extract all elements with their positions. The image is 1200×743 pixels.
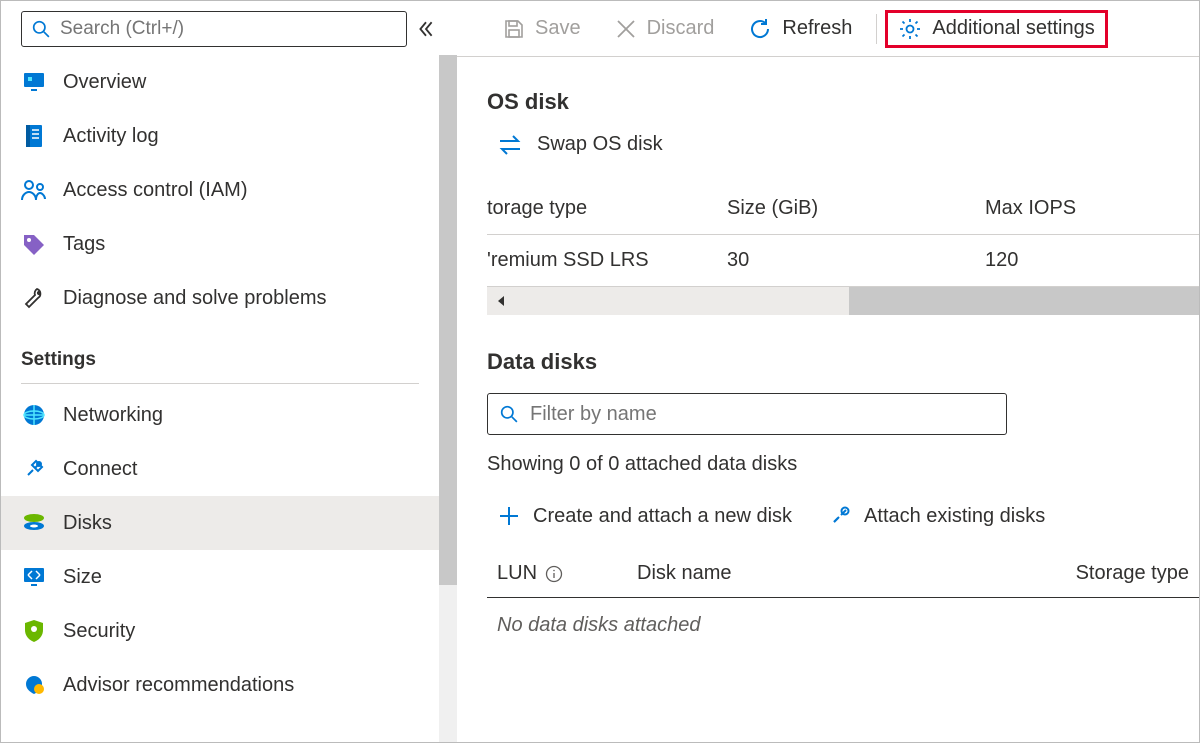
sidebar-item-disks[interactable]: Disks: [1, 496, 439, 550]
swap-os-disk-button[interactable]: Swap OS disk: [487, 133, 1199, 156]
scrollbar-thumb[interactable]: [849, 287, 1199, 315]
swap-icon: [497, 134, 523, 156]
additional-settings-button[interactable]: Additional settings: [885, 10, 1107, 48]
showing-count-text: Showing 0 of 0 attached data disks: [487, 453, 1199, 476]
col-max-iops: Max IOPS: [985, 197, 1199, 220]
os-disk-table: torage type Size (GiB) Max IOPS 'remium …: [487, 182, 1199, 315]
toolbar: Save Discard Refresh Additional settings: [457, 1, 1199, 57]
search-icon: [500, 405, 518, 423]
create-attach-disk-button[interactable]: Create and attach a new disk: [497, 504, 792, 528]
toolbar-label: Refresh: [782, 17, 852, 40]
sidebar-label: Advisor recommendations: [63, 674, 294, 697]
cell-storage: 'remium SSD LRS: [487, 249, 727, 272]
refresh-button[interactable]: Refresh: [732, 11, 868, 47]
col-storage-type: Storage type: [1019, 562, 1189, 585]
horizontal-scrollbar[interactable]: [487, 287, 1199, 315]
divider: [21, 383, 419, 384]
sidebar-item-iam[interactable]: Access control (IAM): [1, 163, 439, 217]
filter-input[interactable]: [528, 402, 994, 427]
close-icon: [615, 18, 637, 40]
log-icon: [21, 123, 47, 149]
disks-icon: [21, 510, 47, 536]
size-icon: [21, 564, 47, 590]
gear-icon: [898, 17, 922, 41]
globe-icon: [21, 402, 47, 428]
cell-iops: 120: [985, 249, 1199, 272]
action-label: Create and attach a new disk: [533, 505, 792, 528]
sidebar-label: Disks: [63, 512, 112, 535]
sidebar-item-networking[interactable]: Networking: [1, 388, 439, 442]
refresh-icon: [748, 17, 772, 41]
info-icon[interactable]: [545, 565, 563, 583]
empty-state-text: No data disks attached: [487, 598, 1199, 653]
col-size: Size (GiB): [727, 197, 985, 220]
os-disk-heading: OS disk: [487, 89, 1199, 115]
toolbar-separator: [876, 14, 877, 44]
plus-icon: [497, 504, 521, 528]
tag-icon: [21, 231, 47, 257]
sidebar-label: Access control (IAM): [63, 179, 247, 202]
attach-existing-disks-button[interactable]: Attach existing disks: [828, 504, 1045, 528]
sidebar-label: Size: [63, 566, 102, 589]
sidebar-label: Networking: [63, 404, 163, 427]
save-icon: [503, 18, 525, 40]
sidebar-item-connect[interactable]: Connect: [1, 442, 439, 496]
sidebar-item-activity-log[interactable]: Activity log: [1, 109, 439, 163]
sidebar-search[interactable]: [21, 11, 407, 47]
col-lun: LUN: [497, 562, 537, 585]
scroll-left-button[interactable]: [487, 287, 515, 315]
data-disk-table-header: LUN Disk name Storage type: [487, 550, 1199, 598]
os-disk-row[interactable]: 'remium SSD LRS 30 120: [487, 235, 1199, 287]
advisor-icon: [21, 672, 47, 698]
toolbar-label: Discard: [647, 17, 715, 40]
data-disks-heading: Data disks: [487, 349, 1199, 375]
save-button[interactable]: Save: [487, 11, 597, 46]
sidebar: Overview Activity log Access control (IA…: [1, 1, 457, 742]
sidebar-section-settings: Settings: [1, 325, 439, 379]
sidebar-scrollbar-thumb[interactable]: [439, 55, 457, 585]
col-disk-name: Disk name: [637, 562, 1019, 585]
cell-size: 30: [727, 249, 985, 272]
monitor-icon: [21, 69, 47, 95]
sidebar-item-diagnose[interactable]: Diagnose and solve problems: [1, 271, 439, 325]
sidebar-label: Overview: [63, 71, 146, 94]
sidebar-label: Tags: [63, 233, 105, 256]
sidebar-item-security[interactable]: Security: [1, 604, 439, 658]
discard-button[interactable]: Discard: [599, 11, 731, 46]
col-storage-type: torage type: [487, 197, 727, 220]
toolbar-label: Additional settings: [932, 17, 1094, 40]
shield-icon: [21, 618, 47, 644]
action-label: Attach existing disks: [864, 505, 1045, 528]
sidebar-item-tags[interactable]: Tags: [1, 217, 439, 271]
sidebar-label: Activity log: [63, 125, 159, 148]
attach-icon: [828, 504, 852, 528]
main-content: Save Discard Refresh Additional settings: [457, 1, 1199, 742]
sidebar-search-input[interactable]: [58, 17, 396, 41]
sidebar-label: Connect: [63, 458, 138, 481]
collapse-sidebar-button[interactable]: [417, 20, 443, 38]
people-icon: [21, 177, 47, 203]
search-icon: [32, 20, 50, 38]
plug-icon: [21, 456, 47, 482]
scrollbar-track: [515, 287, 1199, 315]
filter-by-name[interactable]: [487, 393, 1007, 435]
sidebar-item-overview[interactable]: Overview: [1, 55, 439, 109]
wrench-icon: [21, 285, 47, 311]
sidebar-item-size[interactable]: Size: [1, 550, 439, 604]
swap-label: Swap OS disk: [537, 133, 663, 156]
sidebar-label: Security: [63, 620, 135, 643]
sidebar-label: Diagnose and solve problems: [63, 287, 327, 310]
sidebar-item-advisor[interactable]: Advisor recommendations: [1, 658, 439, 712]
toolbar-label: Save: [535, 17, 581, 40]
